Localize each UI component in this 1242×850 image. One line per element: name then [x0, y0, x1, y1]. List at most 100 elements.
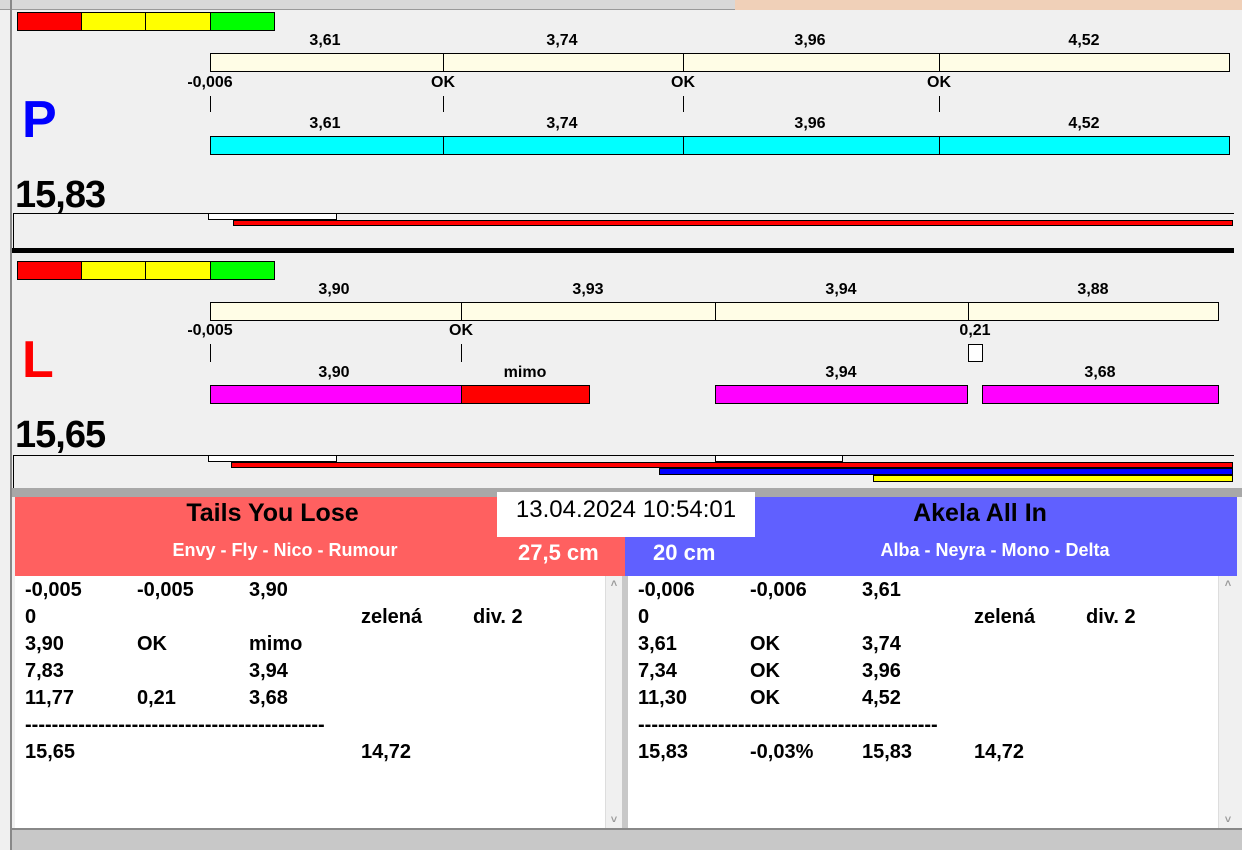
status-green [210, 261, 275, 280]
result-cell: 3,90 [249, 579, 288, 601]
l-result-segment [210, 385, 462, 404]
status-yellow [145, 261, 211, 280]
tab-strip-accent [735, 0, 1242, 10]
l-time-label: 3,93 [572, 281, 604, 298]
p-time-label: 3,74 [546, 32, 578, 49]
result-cell: OK [750, 633, 780, 655]
divider [968, 302, 969, 321]
result-cell: 15,83 [862, 741, 913, 763]
tick [683, 96, 684, 112]
divider [683, 53, 684, 72]
l-total: 15,65 [15, 414, 106, 456]
tick [210, 344, 211, 362]
datetime: 13.04.2024 10:54:01 [497, 492, 755, 537]
l-result-segment-out [461, 385, 590, 404]
panel-divider [12, 248, 1234, 253]
bottom-bar [12, 828, 1242, 850]
right-results-list[interactable]: -0,006 -0,006 3,61 0 zelená div. 2 3,61 OK 3,74 7… [628, 576, 1237, 828]
l-lane-letter: L [22, 331, 54, 389]
l-result-segment [982, 385, 1219, 404]
result-cell: 4,52 [862, 687, 901, 709]
l-time-label: 3,94 [825, 281, 857, 298]
result-cell: 0,21 [137, 687, 176, 709]
divider [715, 302, 716, 321]
status-red [17, 261, 82, 280]
p-timeline-bar [210, 53, 1230, 72]
tick [443, 96, 444, 112]
status-yellow [145, 12, 211, 31]
p-time-label: 3,61 [309, 115, 341, 132]
l-marker [208, 455, 337, 462]
result-cell: 15,83 [638, 741, 689, 763]
p-lane-letter: P [22, 91, 57, 149]
status-yellow [81, 261, 146, 280]
result-cell: 14,72 [361, 741, 412, 763]
right-scrollbar[interactable]: ˄ ˅ [1218, 576, 1237, 828]
l-time-label: 3,88 [1077, 281, 1109, 298]
status-red [17, 12, 82, 31]
result-cell: -0,005 [25, 579, 82, 601]
left-team-distance: 27,5 cm [518, 540, 599, 565]
divider [461, 302, 462, 321]
p-time-label: 3,61 [309, 32, 341, 49]
result-cell: OK [750, 660, 780, 682]
p-red-progress [233, 220, 1233, 226]
l-time-label: 3,90 [318, 281, 350, 298]
p-total: 15,83 [15, 174, 106, 216]
result-cell: 11,77 [25, 687, 74, 709]
l-time-label: mimo [503, 364, 547, 381]
l-marker [715, 455, 843, 462]
result-cell: 0 [638, 606, 650, 628]
result-cell: OK [750, 687, 780, 709]
left-results-list[interactable]: -0,005 -0,005 3,90 0 zelená div. 2 3,90 OK mimo 7… [15, 576, 622, 828]
left-team-dogs: Envy - Fly - Nico - Rumour [172, 540, 398, 560]
p-marker [208, 213, 337, 220]
result-cell: OK [137, 633, 167, 655]
p-time-label: 3,96 [794, 32, 826, 49]
p-time-label: 4,52 [1068, 32, 1100, 49]
fault-marker [968, 344, 983, 362]
right-team-distance: 20 cm [653, 540, 716, 565]
result-cell: 3,61 [638, 633, 677, 655]
result-cell: 7,83 [25, 660, 64, 682]
p-time-label: 3,74 [546, 115, 578, 132]
tick [461, 344, 462, 362]
result-cell: div. 2 [1086, 606, 1136, 628]
result-cell: 3,68 [249, 687, 288, 709]
p-check-label: OK [431, 74, 455, 91]
result-cell: -0,006 [750, 579, 807, 601]
l-blue-progress [659, 468, 1233, 475]
result-cell: -0,006 [638, 579, 695, 601]
divider [443, 53, 444, 72]
p-progress-area [13, 213, 1234, 248]
left-scrollbar[interactable]: ˄ ˅ [605, 576, 622, 828]
result-cell: -0,03% [750, 741, 814, 763]
l-time-label: 3,68 [1084, 364, 1116, 381]
result-cell: 3,61 [862, 579, 901, 601]
l-check-label: 0,21 [959, 322, 991, 339]
result-cell: 15,65 [25, 741, 76, 763]
result-cell: ----------------------------------------… [25, 714, 325, 736]
divider [443, 136, 444, 155]
divider [939, 136, 940, 155]
right-team-name: Akela All In [913, 499, 1047, 527]
result-cell: 0 [25, 606, 37, 628]
list-divider [622, 576, 628, 828]
l-check-label: -0,005 [187, 322, 233, 339]
status-yellow [81, 12, 146, 31]
status-green [210, 12, 275, 31]
result-cell: 3,96 [862, 660, 901, 682]
result-cell: zelená [974, 606, 1036, 628]
p-check-label: OK [927, 74, 951, 91]
p-result-bar [210, 136, 1230, 155]
left-team-name: Tails You Lose [186, 499, 359, 527]
l-check-label: OK [449, 322, 473, 339]
tick [210, 96, 211, 112]
p-time-label: 3,96 [794, 115, 826, 132]
result-cell: mimo [249, 633, 303, 655]
result-cell: 7,34 [638, 660, 677, 682]
result-cell: 3,94 [249, 660, 288, 682]
right-team-dogs: Alba - Neyra - Mono - Delta [880, 540, 1110, 560]
result-cell: 3,90 [25, 633, 64, 655]
result-cell: 14,72 [974, 741, 1025, 763]
